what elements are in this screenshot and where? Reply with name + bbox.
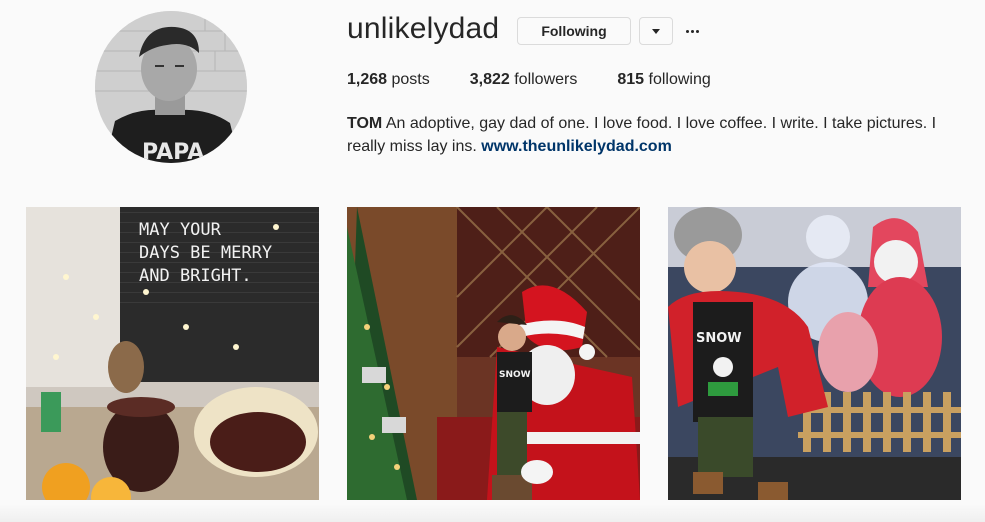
child-shirt-text: SNOW	[696, 331, 742, 346]
followers-label: followers	[509, 71, 578, 88]
more-options-icon[interactable]	[682, 17, 702, 45]
chevron-down-icon	[652, 28, 660, 34]
posts-stat: 1,268 posts	[347, 71, 430, 89]
website-link[interactable]: www.theunlikelydad.com	[481, 138, 672, 155]
svg-text:PAPA: PAPA	[142, 140, 204, 163]
following-button[interactable]: Following	[517, 17, 631, 45]
letterboard-line-2: DAYS BE MERRY	[139, 243, 272, 263]
profile-full-name: TOM	[347, 115, 383, 132]
child-shirt-text: SNOW	[499, 370, 531, 380]
post-thumbnail[interactable]: SNOW	[668, 207, 961, 500]
following-stat[interactable]: 815 following	[617, 71, 710, 89]
post-thumbnail[interactable]: SNOW	[347, 207, 640, 500]
followers-stat[interactable]: 3,822 followers	[470, 71, 578, 89]
post-image-snowmen: SNOW	[668, 207, 961, 500]
profile-avatar[interactable]: PAPA	[95, 11, 247, 163]
profile-page: PAPA unlikelydad Following 1,268 posts 3…	[0, 0, 985, 522]
posts-label: posts	[387, 71, 430, 88]
page-bottom-edge	[0, 504, 985, 522]
suggested-dropdown-button[interactable]	[639, 17, 673, 45]
letterboard-line-3: AND BRIGHT.	[139, 266, 252, 286]
profile-bio: TOM An adoptive, gay dad of one. I love …	[347, 112, 957, 158]
following-label: following	[644, 71, 711, 88]
followers-count: 3,822	[469, 71, 510, 88]
post-image-letterboard: MAY YOUR DAYS BE MERRY AND BRIGHT.	[26, 207, 319, 500]
post-thumbnail[interactable]: MAY YOUR DAYS BE MERRY AND BRIGHT.	[26, 207, 319, 500]
profile-stats: 1,268 posts 3,822 followers 815 followin…	[347, 71, 751, 89]
following-count: 815	[617, 71, 645, 88]
profile-username: unlikelydad	[347, 12, 500, 45]
avatar-photo: PAPA	[95, 11, 247, 163]
post-image-santa: SNOW	[347, 207, 640, 500]
posts-count: 1,268	[347, 71, 388, 88]
letterboard-line-1: MAY YOUR	[139, 220, 222, 240]
